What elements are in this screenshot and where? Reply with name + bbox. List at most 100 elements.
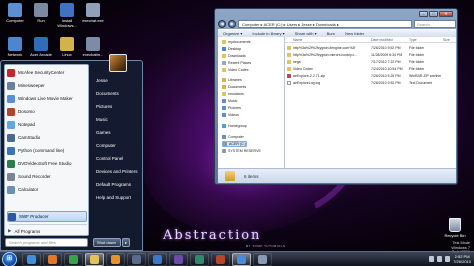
- nav-item-label: Desktop: [228, 47, 242, 51]
- organize-button[interactable]: Organize ▾: [223, 31, 242, 36]
- tray-arrow-icon[interactable]: [429, 256, 434, 262]
- taskbar-button-chrome[interactable]: [64, 253, 83, 266]
- start-item-sound-recorder[interactable]: Sound Recorder: [7, 171, 87, 182]
- taskbar-button-explorer[interactable]: [85, 253, 104, 266]
- start-link-music[interactable]: Music: [93, 115, 141, 125]
- network-tray-icon[interactable]: [437, 256, 442, 262]
- file-date: 11/28/2009 6:34 PM: [371, 53, 403, 57]
- start-item-minesweeper[interactable]: Minesweeper: [7, 80, 87, 91]
- nav-item-video-codec[interactable]: Video Codec: [222, 67, 249, 73]
- start-item-swf-producer[interactable]: SWF Producer: [7, 211, 87, 222]
- address-bar[interactable]: Computer ▸ ACER (C:) ▸ Users ▸ Jesse ▸ D…: [238, 19, 412, 28]
- file-type: File folder: [409, 67, 425, 71]
- column-header-size[interactable]: Size: [443, 38, 450, 42]
- share-with-button[interactable]: Share with ▾: [295, 31, 317, 36]
- forward-button[interactable]: ▶: [228, 19, 236, 28]
- column-header-date[interactable]: Date modified: [371, 38, 393, 42]
- taskbar-button-media[interactable]: [106, 253, 125, 266]
- file-row[interactable]: Video Codec 7/24/2010 10:54 PM File fold…: [285, 66, 456, 72]
- volume-tray-icon[interactable]: [445, 256, 450, 262]
- start-link-pictures[interactable]: Pictures: [93, 102, 141, 112]
- start-link-user[interactable]: Jesse: [93, 76, 141, 86]
- start-item-notepad[interactable]: Notepad: [7, 119, 87, 130]
- desktop-icon-exechat[interactable]: exechat.exe: [78, 3, 108, 23]
- nav-item-system-reserve[interactable]: SYSTEM RESERVE: [222, 148, 261, 154]
- start-item-mcafee[interactable]: McAfee SecurityCenter: [7, 67, 87, 78]
- text-document-icon: [287, 81, 291, 85]
- nav-item-pictures[interactable]: Pictures: [222, 105, 241, 111]
- start-link-devices-printers[interactable]: Devices and Printers: [93, 167, 141, 177]
- taskbar-clock[interactable]: 2:52 PM 7/26/2010: [453, 254, 471, 264]
- documents-icon: [222, 85, 226, 89]
- taskbar-button-app8[interactable]: [169, 253, 188, 266]
- nav-item-computer[interactable]: Computer: [222, 134, 244, 140]
- taskbar: ⊞ 2:52 PM 7/26/2010: [0, 251, 474, 266]
- column-header-name[interactable]: Name: [293, 38, 302, 42]
- file-row[interactable]: http%3a%2f%2fcygwin.mirrors.hoobly.c... …: [285, 52, 456, 58]
- new-folder-button[interactable]: New folder: [345, 31, 364, 36]
- start-link-games[interactable]: Games: [93, 128, 141, 138]
- file-row[interactable]: aeExploreLog.log 7/26/2010 9:52 PM Text …: [285, 80, 456, 86]
- start-item-label: CamStudio: [18, 135, 41, 140]
- file-list: Name Date modified Type Size http%3a%2f%…: [285, 37, 456, 168]
- taskbar-button-app6[interactable]: [127, 253, 146, 266]
- nav-item-homegroup[interactable]: Homegroup: [222, 123, 247, 129]
- burn-button[interactable]: Burn: [327, 31, 335, 36]
- start-item-dosomo[interactable]: Dosomo: [7, 106, 87, 117]
- nav-item-music[interactable]: Music: [222, 98, 237, 104]
- start-link-control-panel[interactable]: Control Panel: [93, 154, 141, 164]
- file-row[interactable]: aeExplore-2.2.71.zip 7/26/2010 5:25 PM W…: [285, 73, 456, 79]
- nav-item-recent-places[interactable]: Recent Places: [222, 60, 251, 66]
- close-button[interactable]: ✕: [439, 11, 453, 17]
- media-player-icon: [111, 255, 120, 264]
- taskbar-button-app12[interactable]: [253, 253, 272, 266]
- taskbar-button-app7[interactable]: [148, 253, 167, 266]
- taskbar-button-firefox[interactable]: [43, 253, 62, 266]
- taskbar-button-ie[interactable]: [22, 253, 41, 266]
- taskbar-button-app9[interactable]: [190, 253, 209, 266]
- all-programs-button[interactable]: ▶ All Programs: [8, 227, 88, 235]
- user-avatar[interactable]: [109, 54, 127, 72]
- taskbar-button-app11[interactable]: [232, 253, 251, 266]
- nav-item-emulators[interactable]: emulators: [222, 91, 244, 97]
- start-link-computer[interactable]: Computer: [93, 141, 141, 151]
- shutdown-button[interactable]: Shut down: [93, 238, 121, 247]
- nav-item-acer-c[interactable]: ACER (C:): [222, 141, 247, 147]
- nav-item-libraries[interactable]: Libraries: [222, 77, 242, 83]
- folder-icon: [90, 255, 99, 264]
- nav-item-downloads[interactable]: Downloads: [222, 53, 246, 59]
- minimize-button[interactable]: –: [419, 11, 428, 17]
- desktop-icon-execbattn[interactable]: execbattn...: [78, 37, 108, 57]
- start-link-default-programs[interactable]: Default Programs: [93, 180, 141, 190]
- maximize-button[interactable]: □: [429, 11, 438, 17]
- start-item-movie-maker[interactable]: Windows Live Movie Maker: [7, 93, 87, 104]
- nav-item-videos[interactable]: Videos: [222, 112, 239, 118]
- file-row[interactable]: sega 7/17/2010 7:22 PM File folder: [285, 59, 456, 65]
- start-item-python[interactable]: Python (command line): [7, 145, 87, 156]
- nav-item-mydocuments[interactable]: mydocuments: [222, 39, 250, 45]
- file-row[interactable]: http%3a%2f%2fcygwin.ilengine.com%2f 7/26…: [285, 45, 456, 51]
- taskbar-button-app10[interactable]: [211, 253, 230, 266]
- start-button[interactable]: ⊞: [2, 252, 17, 266]
- nav-item-label: Video Codec: [228, 68, 249, 72]
- explorer-window: – □ ✕ ◀ ▶ Computer ▸ ACER (C:) ▸ Users ▸…: [214, 8, 458, 185]
- desktop-icon-recycle-bin[interactable]: Recycle Bin: [440, 218, 470, 238]
- start-menu-divider: [9, 224, 87, 225]
- start-item-dvdvideosoft[interactable]: DVDVideoSoft Free Studio: [7, 158, 87, 169]
- start-item-calculator[interactable]: Calculator: [7, 184, 87, 195]
- pictures-icon: [222, 106, 226, 110]
- search-input[interactable]: Search: [414, 19, 456, 28]
- start-link-documents[interactable]: Documents: [93, 89, 141, 99]
- nav-item-desktop[interactable]: Desktop: [222, 46, 241, 52]
- shutdown-options-button[interactable]: ▸: [122, 238, 130, 247]
- include-in-library-button[interactable]: Include in library ▾: [252, 31, 284, 36]
- start-item-label: Calculator: [18, 187, 39, 192]
- back-button[interactable]: ◀: [218, 19, 226, 28]
- calculator-icon: [7, 185, 15, 194]
- start-search-input[interactable]: Search programs and files: [5, 238, 88, 247]
- nav-item-documents[interactable]: Documents: [222, 84, 246, 90]
- start-link-help-support[interactable]: Help and Support: [93, 193, 141, 203]
- folder-icon: [225, 171, 235, 181]
- start-item-camstudio[interactable]: CamStudio: [7, 132, 87, 143]
- column-header-type[interactable]: Type: [409, 38, 417, 42]
